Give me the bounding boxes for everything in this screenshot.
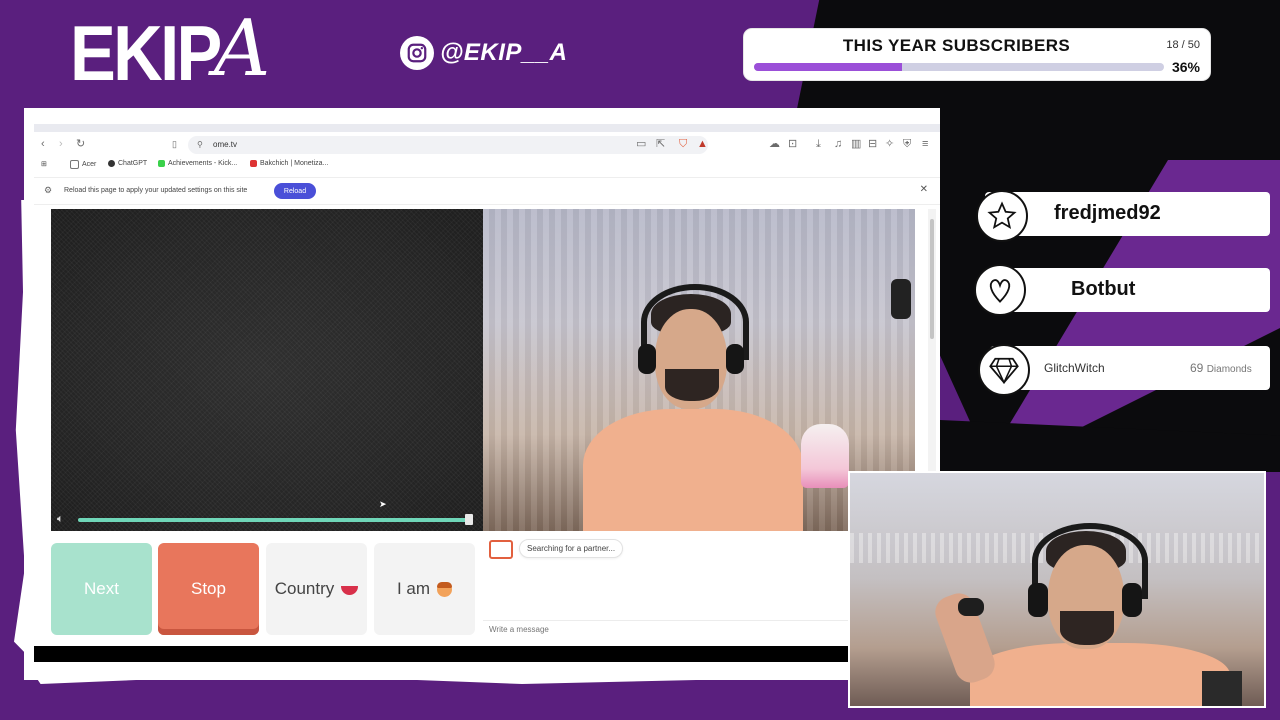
bakchich-icon bbox=[250, 160, 257, 167]
share-icon[interactable]: ⇱ bbox=[656, 138, 665, 150]
partner-video: ➤ bbox=[51, 209, 483, 531]
browser-bottom-bar bbox=[34, 646, 854, 662]
webcam-right-earcup bbox=[1122, 583, 1142, 617]
tab-strip bbox=[34, 124, 940, 132]
diamond-icon bbox=[978, 344, 1030, 396]
country-button[interactable]: Country bbox=[266, 543, 367, 635]
volume-control: 🔈︎ bbox=[51, 510, 483, 530]
alert-username-1: fredjmed92 bbox=[1054, 202, 1161, 224]
speaker-icon[interactable]: 🔈︎ bbox=[57, 513, 64, 526]
rewards-icon[interactable]: ▲ bbox=[697, 138, 708, 150]
forward-icon[interactable]: › bbox=[59, 138, 63, 150]
extensions-icon[interactable]: ☁ bbox=[769, 138, 780, 150]
person-shirt bbox=[583, 409, 803, 531]
channel-logo: EKIP bbox=[70, 9, 222, 97]
webcam-person-beard bbox=[1060, 611, 1114, 645]
bookmark-icon[interactable]: ▯ bbox=[172, 138, 177, 150]
rgb-microphone bbox=[801, 424, 849, 488]
music-icon[interactable]: ♫ bbox=[834, 138, 842, 150]
alert-username-2: Botbut bbox=[1071, 278, 1136, 300]
stop-button-label: Stop bbox=[191, 579, 226, 598]
bookmark-bakchich[interactable]: Bakchich | Monetiza... bbox=[250, 160, 328, 167]
person-beard bbox=[665, 369, 719, 401]
speaker-device bbox=[891, 279, 911, 319]
bookmark-label: Achievements - Kick... bbox=[168, 160, 238, 167]
volume-slider[interactable] bbox=[78, 518, 470, 522]
bookmarks-bar: ⊞ Acer ChatGPT Achievements - Kick... Ba… bbox=[34, 158, 940, 172]
navigation-bar: ‹ › ↻ ▯ ⚲ ome.tv ▭ ⇱ ⛉ ▲ ☁ ⊡ ⤓ ♫ ▥ ⊟ ✧ ⛨… bbox=[34, 133, 940, 157]
chat-status-message: Searching for a partner... bbox=[519, 539, 624, 558]
brush-edge-left bbox=[14, 200, 32, 660]
webcam-left-earcup bbox=[1028, 583, 1048, 617]
subscriber-goal-bar bbox=[754, 63, 1164, 71]
streamer-webcam bbox=[848, 471, 1266, 708]
bookmark-kick[interactable]: Achievements - Kick... bbox=[158, 160, 237, 167]
bookmark-label: Acer bbox=[82, 161, 97, 168]
bookmark-chatgpt[interactable]: ChatGPT bbox=[108, 160, 147, 167]
leo-icon[interactable]: ✧ bbox=[885, 138, 894, 150]
diamond-count: 69 bbox=[1190, 361, 1204, 375]
apps-icon[interactable]: ⊞ bbox=[41, 160, 47, 168]
screenshot-icon[interactable]: ⊡ bbox=[788, 138, 797, 150]
reload-infobar: ⚙ Reload this page to apply your updated… bbox=[34, 177, 940, 205]
address-bar[interactable]: ⚲ ome.tv bbox=[188, 136, 708, 154]
site-info-icon[interactable]: ⚲ bbox=[197, 139, 203, 151]
heart-icon bbox=[974, 264, 1026, 316]
right-earcup bbox=[726, 344, 744, 374]
webcam-mouse bbox=[958, 598, 984, 616]
boy-avatar-icon bbox=[437, 581, 453, 597]
left-earcup bbox=[638, 344, 656, 374]
bookmark-acer[interactable]: Acer bbox=[70, 160, 96, 169]
address-bar-url: ome.tv bbox=[213, 140, 238, 149]
subscriber-goal-title: THIS YEAR SUBSCRIBERS bbox=[842, 36, 1071, 55]
star-icon bbox=[976, 190, 1028, 242]
vpn-icon[interactable]: ⛨ bbox=[903, 138, 911, 150]
infobar-message: Reload this page to apply your updated s… bbox=[64, 187, 248, 194]
chat-panel: Searching for a partner... bbox=[483, 532, 903, 640]
next-button[interactable]: Next bbox=[51, 543, 152, 635]
wallet-icon[interactable]: ⊟ bbox=[868, 138, 877, 150]
menu-icon[interactable]: ≡ bbox=[922, 138, 928, 150]
alert-username-3: GlitchWitch bbox=[1044, 361, 1105, 375]
brave-shield-icon[interactable]: ⛉ bbox=[679, 138, 687, 150]
chatgpt-icon bbox=[108, 160, 115, 167]
stop-button[interactable]: Stop bbox=[158, 543, 259, 635]
sidebar-icon[interactable]: ▥ bbox=[851, 138, 861, 150]
settings-gear-icon: ⚙ bbox=[44, 185, 53, 195]
back-icon[interactable]: ‹ bbox=[41, 138, 45, 150]
cast-icon[interactable]: ▭ bbox=[636, 138, 646, 150]
webcam-person-shirt bbox=[970, 643, 1230, 706]
country-button-label: Country bbox=[274, 579, 335, 598]
refresh-icon[interactable]: ↻ bbox=[76, 138, 85, 150]
subscriber-goal-fill bbox=[754, 63, 902, 71]
webcam-monitor bbox=[1202, 671, 1242, 706]
next-button-label: Next bbox=[84, 579, 119, 598]
kick-icon bbox=[158, 160, 165, 167]
instagram-handle: @EKIP__A bbox=[440, 39, 568, 66]
close-infobar-icon[interactable]: ✕ bbox=[920, 184, 928, 195]
instagram-tag: @EKIP__A bbox=[400, 36, 567, 70]
mouse-cursor-icon: ➤ bbox=[379, 499, 387, 509]
bookmark-label: Bakchich | Monetiza... bbox=[260, 160, 329, 167]
subscriber-goal-count: 18 / 50 bbox=[1166, 39, 1200, 51]
instagram-icon bbox=[400, 36, 434, 70]
download-icon[interactable]: ⤓ bbox=[816, 138, 821, 150]
folder-icon bbox=[70, 160, 79, 169]
subscriber-goal-percent: 36% bbox=[1171, 59, 1200, 75]
static-noise bbox=[51, 209, 483, 531]
scrollbar-thumb[interactable] bbox=[930, 219, 934, 339]
gender-button-label: I am bbox=[396, 579, 431, 598]
channel-logo-script: A bbox=[214, 4, 271, 94]
subscriber-goal-widget: THIS YEAR SUBSCRIBERS 18 / 50 36% bbox=[744, 29, 1210, 80]
gender-button[interactable]: I am bbox=[374, 543, 475, 635]
browser-window: ‹ › ↻ ▯ ⚲ ome.tv ▭ ⇱ ⛉ ▲ ☁ ⊡ ⤓ ♫ ▥ ⊟ ✧ ⛨… bbox=[34, 124, 940, 664]
bookmark-label: ChatGPT bbox=[118, 160, 148, 167]
alert-amount: 69 Diamonds bbox=[1190, 361, 1252, 375]
country-flag-icon bbox=[341, 586, 359, 595]
reload-button[interactable]: Reload bbox=[274, 183, 316, 199]
chat-message-input[interactable] bbox=[483, 620, 903, 638]
diamond-unit: Diamonds bbox=[1206, 364, 1252, 375]
volume-slider-handle[interactable] bbox=[465, 514, 473, 525]
ometv-logo-icon bbox=[489, 540, 513, 559]
